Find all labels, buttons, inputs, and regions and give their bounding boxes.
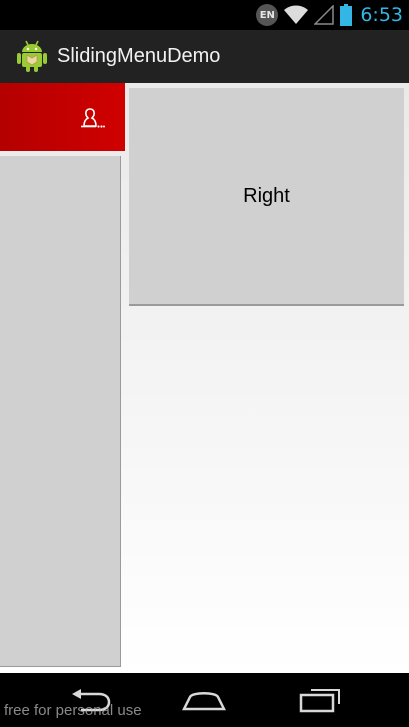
left-menu-card [0, 156, 121, 667]
user-icon[interactable] [79, 107, 105, 129]
navigation-bar: free for personal use [0, 673, 409, 727]
recent-apps-button[interactable] [290, 681, 350, 719]
wifi-icon [284, 5, 309, 24]
language-badge: EN [256, 4, 279, 26]
left-sliding-menu[interactable] [0, 83, 125, 673]
right-card[interactable]: Right [129, 88, 404, 306]
home-icon [182, 692, 226, 711]
home-button[interactable] [174, 681, 234, 719]
signal-icon [314, 5, 335, 25]
app-title: SlidingMenuDemo [57, 45, 221, 67]
content-area: Right [0, 83, 409, 673]
watermark-text: free for personal use [4, 702, 142, 719]
status-icons: EN 6:53 [256, 0, 403, 30]
android-robot-icon[interactable] [16, 39, 48, 73]
action-bar: SlidingMenuDemo [0, 30, 409, 84]
left-menu-header [0, 83, 125, 151]
status-bar: EN 6:53 [0, 0, 409, 30]
battery-icon [340, 4, 353, 26]
clock: 6:53 [360, 4, 403, 26]
right-label: Right [243, 184, 290, 207]
recent-apps-icon [299, 689, 340, 713]
